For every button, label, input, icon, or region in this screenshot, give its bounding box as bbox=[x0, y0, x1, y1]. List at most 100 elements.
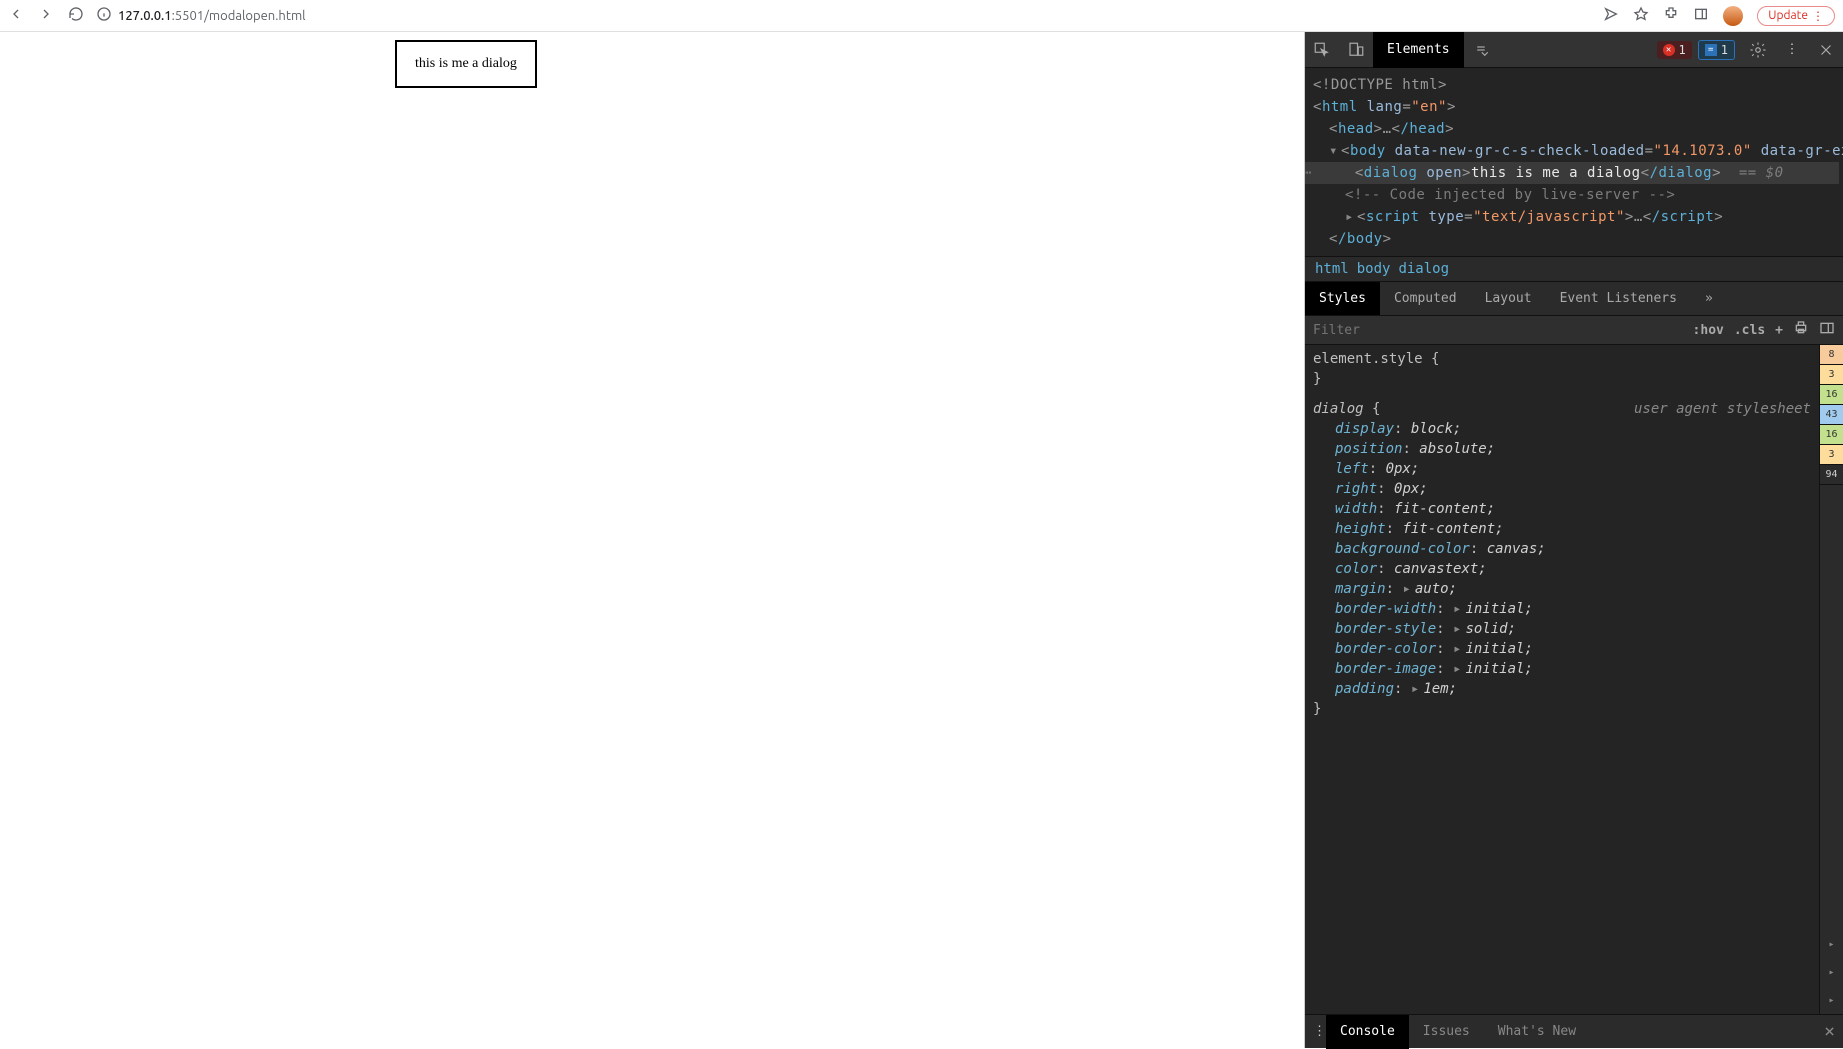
errors-badge[interactable]: ✕1 bbox=[1657, 41, 1692, 59]
extensions-icon[interactable] bbox=[1663, 6, 1679, 25]
browser-toolbar: 127.0.0.1:5501/modalopen.html Update ⋮ bbox=[0, 0, 1843, 32]
css-declaration[interactable]: right: 0px; bbox=[1313, 479, 1811, 499]
row-menu-icon[interactable]: ⋯ bbox=[1305, 162, 1312, 184]
caret-icon[interactable] bbox=[1329, 143, 1341, 159]
url-path: :5501/modalopen.html bbox=[172, 9, 306, 23]
reload-icon[interactable] bbox=[68, 6, 84, 25]
css-declaration[interactable]: display: block; bbox=[1313, 419, 1811, 439]
css-val: auto; bbox=[1415, 581, 1457, 597]
drawer-tab-console[interactable]: Console bbox=[1326, 1015, 1409, 1049]
box-model-expand-icon[interactable]: ▸ bbox=[1820, 930, 1843, 958]
expand-tri-icon[interactable] bbox=[1453, 621, 1465, 637]
dom-tree[interactable]: <!DOCTYPE html> <html lang="en"> <head>…… bbox=[1305, 68, 1843, 256]
drawer-menu-icon[interactable]: ⋮ bbox=[1313, 1024, 1326, 1039]
css-val: 1em; bbox=[1423, 681, 1457, 697]
dom-breadcrumb[interactable]: html body dialog bbox=[1305, 256, 1843, 281]
tabs-overflow-icon[interactable] bbox=[1464, 32, 1498, 68]
css-declaration[interactable]: position: absolute; bbox=[1313, 439, 1811, 459]
box-model-value: 3 bbox=[1820, 445, 1843, 465]
tab-elements[interactable]: Elements bbox=[1373, 32, 1464, 68]
tab-elements-label: Elements bbox=[1387, 42, 1450, 57]
dom-html-lang-attr: lang bbox=[1367, 99, 1403, 115]
hov-toggle[interactable]: :hov bbox=[1693, 323, 1724, 338]
bookmark-star-icon[interactable] bbox=[1633, 6, 1649, 25]
css-val: canvas; bbox=[1487, 541, 1546, 557]
breadcrumb-body[interactable]: body bbox=[1357, 261, 1391, 277]
drawer-close-icon[interactable]: × bbox=[1824, 1021, 1835, 1042]
element-style-rule[interactable]: element.style { } bbox=[1313, 349, 1811, 389]
inspect-icon[interactable] bbox=[1305, 32, 1339, 68]
css-declaration[interactable]: height: fit-content; bbox=[1313, 519, 1811, 539]
box-model-strip: 83164316394 ▸ ▸ ▸ bbox=[1819, 345, 1843, 1014]
tab-layout[interactable]: Layout bbox=[1471, 282, 1546, 316]
profile-avatar[interactable] bbox=[1723, 6, 1743, 26]
devtools-close-icon[interactable] bbox=[1809, 32, 1843, 68]
styles-tabs: Styles Computed Layout Event Listeners » bbox=[1305, 281, 1843, 315]
new-rule-icon[interactable]: + bbox=[1775, 323, 1783, 338]
dom-body-open: body bbox=[1350, 143, 1386, 159]
css-val: initial; bbox=[1465, 641, 1532, 657]
back-icon[interactable] bbox=[8, 6, 24, 25]
tab-computed[interactable]: Computed bbox=[1380, 282, 1471, 316]
css-declaration[interactable]: width: fit-content; bbox=[1313, 499, 1811, 519]
devtools-drawer: ⋮ Console Issues What's New × bbox=[1305, 1014, 1843, 1048]
css-prop: border-color bbox=[1335, 641, 1436, 657]
panel-icon[interactable] bbox=[1693, 6, 1709, 25]
css-declaration[interactable]: margin: auto; bbox=[1313, 579, 1811, 599]
update-button[interactable]: Update ⋮ bbox=[1757, 6, 1835, 26]
dom-script-type-val: "text/javascript" bbox=[1473, 209, 1625, 225]
dom-sel-marker: == $0 bbox=[1739, 165, 1784, 181]
css-prop: border-image bbox=[1335, 661, 1436, 677]
computed-toggle-icon[interactable] bbox=[1819, 320, 1835, 340]
expand-tri-icon[interactable] bbox=[1453, 641, 1465, 657]
css-declaration[interactable]: border-width: initial; bbox=[1313, 599, 1811, 619]
drawer-tab-whatsnew[interactable]: What's New bbox=[1484, 1015, 1590, 1049]
tab-styles[interactable]: Styles bbox=[1305, 282, 1380, 316]
address-bar[interactable]: 127.0.0.1:5501/modalopen.html bbox=[96, 6, 1591, 25]
info-badge[interactable]: =1 bbox=[1698, 40, 1735, 60]
css-val: block; bbox=[1411, 421, 1462, 437]
expand-tri-icon[interactable] bbox=[1453, 601, 1465, 617]
expand-tri-icon[interactable] bbox=[1402, 581, 1414, 597]
tab-event-listeners-label: Event Listeners bbox=[1560, 291, 1677, 306]
css-prop: color bbox=[1335, 561, 1377, 577]
breadcrumb-html[interactable]: html bbox=[1315, 261, 1349, 277]
styles-rules[interactable]: element.style { } user agent stylesheetd… bbox=[1305, 345, 1819, 1014]
styles-filter-input[interactable] bbox=[1313, 323, 1683, 338]
dialog-element[interactable]: this is me a dialog bbox=[395, 40, 537, 88]
device-toggle-icon[interactable] bbox=[1339, 32, 1373, 68]
css-declaration[interactable]: left: 0px; bbox=[1313, 459, 1811, 479]
tab-styles-label: Styles bbox=[1319, 291, 1366, 306]
drawer-tab-issues[interactable]: Issues bbox=[1409, 1015, 1484, 1049]
css-declaration[interactable]: border-color: initial; bbox=[1313, 639, 1811, 659]
styles-tabs-overflow-icon[interactable]: » bbox=[1691, 282, 1727, 316]
devtools-panel: Elements ✕1 =1 ⋮ <!DOCTYPE html> <html l… bbox=[1305, 32, 1843, 1048]
settings-gear-icon[interactable] bbox=[1741, 32, 1775, 68]
tab-event-listeners[interactable]: Event Listeners bbox=[1546, 282, 1691, 316]
print-media-icon[interactable] bbox=[1793, 320, 1809, 340]
css-declaration[interactable]: border-image: initial; bbox=[1313, 659, 1811, 679]
tab-computed-label: Computed bbox=[1394, 291, 1457, 306]
dialog-ua-rule[interactable]: user agent stylesheetdialog { display: b… bbox=[1313, 399, 1811, 719]
info-count: 1 bbox=[1721, 43, 1728, 57]
expand-tri-icon[interactable] bbox=[1411, 681, 1423, 697]
dom-doctype: <!DOCTYPE html> bbox=[1313, 77, 1447, 93]
send-icon[interactable] bbox=[1603, 6, 1619, 25]
box-model-expand-icon[interactable]: ▸ bbox=[1820, 986, 1843, 1014]
css-declaration[interactable]: background-color: canvas; bbox=[1313, 539, 1811, 559]
css-declaration[interactable]: padding: 1em; bbox=[1313, 679, 1811, 699]
devtools-menu-icon[interactable]: ⋮ bbox=[1775, 32, 1809, 68]
caret-icon[interactable] bbox=[1345, 209, 1357, 225]
dom-dialog-tag: dialog bbox=[1364, 165, 1418, 181]
css-declaration[interactable]: color: canvastext; bbox=[1313, 559, 1811, 579]
page-viewport: this is me a dialog bbox=[0, 32, 1305, 1048]
css-declaration[interactable]: border-style: solid; bbox=[1313, 619, 1811, 639]
forward-icon[interactable] bbox=[38, 6, 54, 25]
site-info-icon[interactable] bbox=[96, 6, 112, 25]
cls-toggle[interactable]: .cls bbox=[1734, 323, 1765, 338]
expand-tri-icon[interactable] bbox=[1453, 661, 1465, 677]
dom-dialog-text: this is me a dialog bbox=[1471, 165, 1641, 181]
breadcrumb-dialog[interactable]: dialog bbox=[1398, 261, 1449, 277]
dom-selected-row[interactable]: ⋯ <dialog open>this is me a dialog</dial… bbox=[1305, 162, 1839, 184]
box-model-expand-icon[interactable]: ▸ bbox=[1820, 958, 1843, 986]
